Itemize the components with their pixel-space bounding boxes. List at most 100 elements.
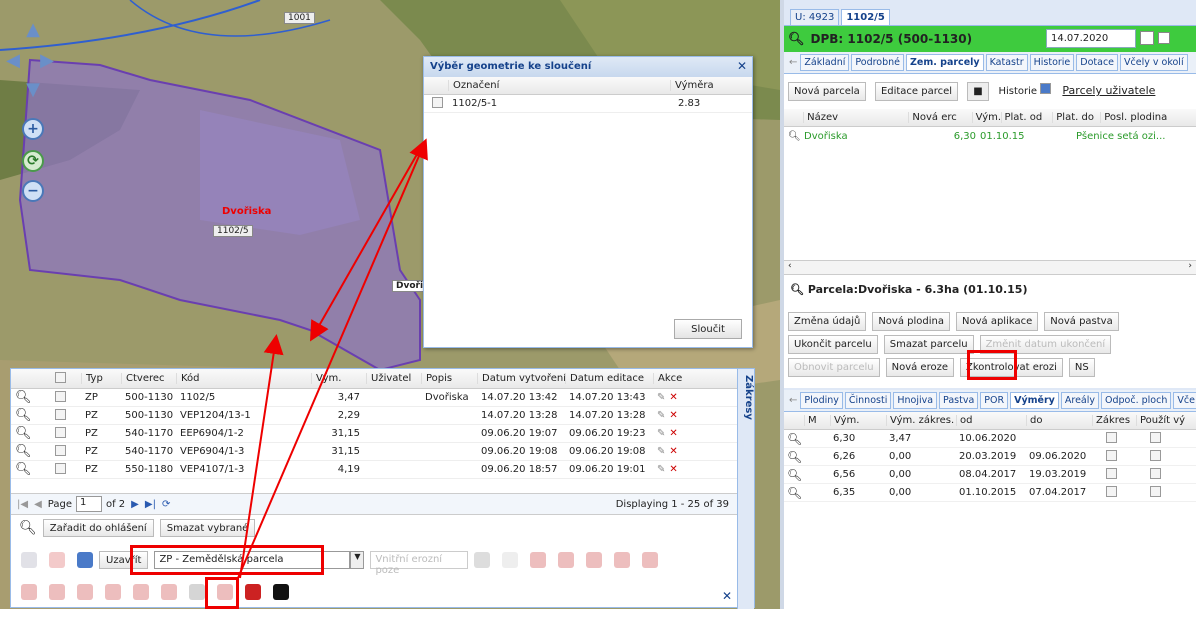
close-icon[interactable]: ✕ bbox=[737, 59, 747, 73]
subtab-3[interactable]: Katastr bbox=[985, 54, 1028, 71]
arrow-left-icon[interactable]: ← bbox=[789, 57, 797, 68]
date-checkbox[interactable] bbox=[1158, 32, 1170, 44]
table-row[interactable]: 🔍︎ Dvořiska 6,30 01.10.15 Pšenice setá o… bbox=[784, 127, 1196, 145]
tool-icon[interactable] bbox=[21, 584, 37, 600]
row-checkbox[interactable] bbox=[55, 444, 66, 456]
delete-selected-button[interactable]: Smazat vybrané bbox=[159, 519, 256, 537]
date-field[interactable]: 14.07.2020 bbox=[1046, 29, 1136, 48]
col-akce[interactable]: Akce bbox=[653, 373, 703, 384]
search-icon[interactable]: 🔍︎ bbox=[784, 131, 804, 142]
search-icon[interactable]: 🔍︎ bbox=[788, 32, 805, 47]
tool-icon[interactable] bbox=[642, 552, 659, 568]
action-button-1[interactable]: Nová plodina bbox=[872, 312, 950, 331]
refresh-icon[interactable]: ⟳ bbox=[162, 499, 170, 510]
merge-icon[interactable] bbox=[189, 584, 205, 600]
zoom-in-icon[interactable]: + bbox=[22, 118, 44, 140]
horizontal-scrollbar[interactable]: ‹ › bbox=[784, 260, 1196, 274]
delete-icon[interactable]: ✕ bbox=[669, 446, 677, 457]
table-row[interactable]: 🔍︎ 6,56 0,00 08.04.2017 19.03.2019 bbox=[784, 466, 1196, 484]
edit-icon[interactable]: ✎ bbox=[657, 446, 665, 457]
search-icon[interactable]: 🔍︎ bbox=[784, 468, 804, 482]
tool-icon[interactable] bbox=[530, 552, 547, 568]
delete-icon[interactable]: ✕ bbox=[669, 410, 677, 421]
pan-right-icon[interactable]: ▶ bbox=[38, 50, 56, 71]
tool-icon[interactable] bbox=[133, 584, 149, 600]
use-area-checkbox[interactable] bbox=[1150, 485, 1161, 497]
subtab2-0[interactable]: Plodiny bbox=[800, 392, 843, 409]
search-icon[interactable]: 🔍︎ bbox=[784, 450, 804, 464]
zakres-checkbox[interactable] bbox=[1106, 485, 1117, 497]
subtab-5[interactable]: Dotace bbox=[1076, 54, 1119, 71]
calendar-icon[interactable] bbox=[1140, 31, 1154, 45]
subtab2-4[interactable]: POR bbox=[980, 392, 1009, 409]
edit-icon[interactable]: ✎ bbox=[657, 392, 665, 403]
col-area-5[interactable]: Zákres bbox=[1092, 415, 1136, 426]
zakres-checkbox[interactable] bbox=[1106, 449, 1117, 461]
col-3[interactable]: Plat. od bbox=[1000, 112, 1053, 123]
action-button-4[interactable]: Ukončit parcelu bbox=[788, 335, 878, 354]
col-ctverec[interactable]: Čtverec bbox=[121, 373, 176, 384]
zakres-checkbox[interactable] bbox=[1106, 431, 1117, 443]
pan-up-icon[interactable]: ▲ bbox=[18, 19, 48, 40]
history-checkbox[interactable] bbox=[1040, 83, 1052, 94]
tool-icon[interactable] bbox=[614, 552, 631, 568]
table-row[interactable]: 🔍︎ PZ 500-1130 VEP1204/13-1 2,29 14.07.20 13:… bbox=[11, 407, 754, 425]
search-icon[interactable]: 🔍︎ bbox=[11, 426, 51, 441]
action-button-0[interactable]: Změna údajů bbox=[788, 312, 867, 331]
row-checkbox[interactable] bbox=[55, 462, 66, 474]
col-vymera[interactable]: Výměra bbox=[670, 80, 714, 91]
table-row[interactable]: 1102/5-1 2.83 bbox=[424, 95, 752, 113]
use-area-checkbox[interactable] bbox=[1150, 449, 1161, 461]
table-row[interactable]: 🔍︎ 6,35 0,00 01.10.2015 07.04.2017 bbox=[784, 484, 1196, 502]
tool-icon[interactable] bbox=[558, 552, 575, 568]
pan-down-icon[interactable]: ▼ bbox=[18, 79, 48, 100]
col-area-4[interactable]: do bbox=[1026, 415, 1092, 426]
camera-icon[interactable]: ■ bbox=[967, 82, 990, 101]
tool-icon[interactable] bbox=[77, 584, 93, 600]
subtab2-5[interactable]: Výměry bbox=[1010, 392, 1059, 409]
page-input[interactable]: 1 bbox=[75, 496, 102, 512]
col-editace[interactable]: Datum editace bbox=[565, 373, 653, 384]
side-tab-zakresy[interactable]: Zákresy bbox=[737, 369, 754, 609]
xy-icon[interactable] bbox=[502, 552, 519, 568]
new-parcel-button[interactable]: Nová parcela bbox=[788, 82, 866, 101]
row-checkbox[interactable] bbox=[55, 390, 66, 402]
zakres-checkbox[interactable] bbox=[1106, 467, 1117, 479]
tool-icon[interactable] bbox=[586, 552, 603, 568]
col-kod[interactable]: Kód bbox=[176, 373, 311, 384]
search-icon[interactable]: 🔍︎ bbox=[790, 283, 804, 296]
table-row[interactable]: 🔍︎ PZ 550-1180 VEP4107/1-3 4,19 09.06.20 18:5… bbox=[11, 461, 754, 479]
subtab-0[interactable]: Základní bbox=[800, 54, 850, 71]
zoom-out-icon[interactable]: − bbox=[22, 180, 44, 202]
action-button-10[interactable]: NS bbox=[1068, 358, 1095, 377]
edit-icon[interactable]: ✎ bbox=[657, 464, 665, 475]
edit-icon[interactable]: ✎ bbox=[657, 410, 665, 421]
subtab2-6[interactable]: Areály bbox=[1060, 392, 1099, 409]
merge-button[interactable]: Sloučit bbox=[674, 319, 742, 339]
subtab-1[interactable]: Podrobné bbox=[851, 54, 905, 71]
search-icon[interactable]: 🔍︎ bbox=[19, 520, 37, 536]
col-vytvoreni[interactable]: Datum vytvoření bbox=[477, 373, 565, 384]
col-popis[interactable]: Popis bbox=[421, 373, 477, 384]
tool-icon[interactable] bbox=[105, 584, 121, 600]
subtab2-1[interactable]: Činnosti bbox=[844, 392, 892, 409]
row-checkbox[interactable] bbox=[432, 96, 443, 108]
next-page-icon[interactable]: ▶ bbox=[131, 499, 139, 510]
row-checkbox[interactable] bbox=[55, 426, 66, 438]
col-uzivatel[interactable]: Uživatel bbox=[366, 373, 421, 384]
table-row[interactable]: 🔍︎ 6,26 0,00 20.03.2019 09.06.2020 bbox=[784, 448, 1196, 466]
magnet-icon[interactable] bbox=[245, 584, 261, 600]
window-icon[interactable] bbox=[77, 552, 93, 568]
search-icon[interactable]: 🔍︎ bbox=[11, 390, 51, 405]
table-row[interactable]: 🔍︎ PZ 540-1170 VEP6904/1-3 31,15 09.06.20 19:… bbox=[11, 443, 754, 461]
search-icon[interactable]: 🔍︎ bbox=[784, 486, 804, 500]
erosion-select[interactable]: Vnitřní erozní poze bbox=[370, 551, 469, 576]
col-4[interactable]: Plat. do bbox=[1052, 112, 1100, 123]
user-parcels-link[interactable]: Parcely uživatele bbox=[1062, 84, 1155, 97]
chevron-down-icon[interactable]: ▼ bbox=[350, 551, 365, 569]
last-page-icon[interactable]: ▶| bbox=[145, 499, 156, 510]
col-vym[interactable]: Vým. bbox=[311, 373, 366, 384]
stop-icon[interactable] bbox=[49, 552, 65, 568]
delete-icon[interactable]: ✕ bbox=[669, 464, 677, 475]
use-area-checkbox[interactable] bbox=[1150, 431, 1161, 443]
